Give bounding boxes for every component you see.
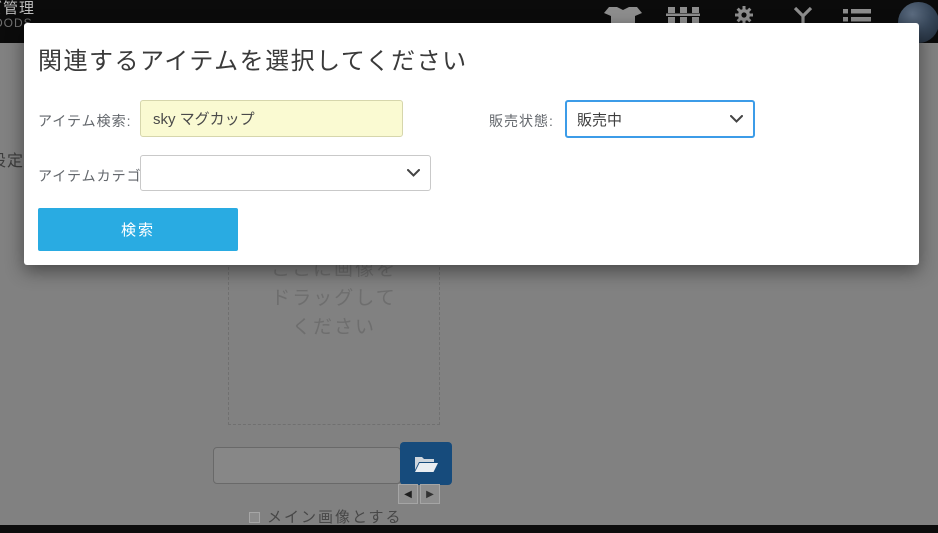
item-search-input[interactable] (140, 100, 403, 137)
main-image-row: メイン画像とする (249, 506, 403, 527)
gear-icon[interactable] (733, 5, 755, 25)
open-folder-icon (414, 455, 438, 473)
main-image-checkbox[interactable] (249, 512, 260, 523)
main-image-checkbox-label: メイン画像とする (267, 506, 403, 527)
sitemap-icon[interactable] (666, 7, 700, 23)
browse-folder-button[interactable] (400, 442, 452, 485)
dropzone-text-line: ドラッグして (229, 284, 439, 313)
sales-status-label: 販売状態: (489, 111, 554, 131)
footer-bar (0, 525, 938, 533)
dialog-title: 関連するアイテムを選択してください (38, 41, 468, 76)
file-path-input[interactable] (213, 447, 401, 484)
list-icon[interactable] (843, 9, 871, 22)
arrow-left-icon: ◀ (404, 489, 412, 500)
next-image-button[interactable]: ▶ (420, 484, 440, 504)
related-item-dialog: 関連するアイテムを選択してください アイテム検索: 販売状態: 販売中 アイテム… (24, 23, 919, 265)
arrow-right-icon: ▶ (426, 489, 434, 500)
item-category-select[interactable] (140, 155, 431, 191)
chevron-down-icon (730, 115, 743, 123)
chevron-down-icon (407, 169, 420, 177)
screen: グッズ管理 GOODS (0, 0, 938, 533)
prev-image-button[interactable]: ◀ (398, 484, 418, 504)
item-search-label: アイテム検索: (38, 111, 132, 131)
sales-status-value: 販売中 (567, 109, 730, 130)
brand-title: グッズ管理 (0, 0, 35, 17)
search-button[interactable]: 検索 (38, 208, 238, 251)
tshirt-icon[interactable] (604, 7, 642, 23)
sales-status-select[interactable]: 販売中 (565, 100, 755, 138)
dropzone-text-line: ください (229, 313, 439, 342)
merge-icon[interactable] (792, 7, 814, 23)
